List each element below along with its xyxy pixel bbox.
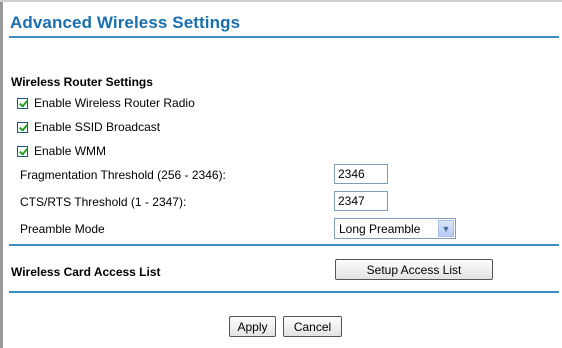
window-left-edge <box>0 0 3 348</box>
enable-ssid-label: Enable SSID Broadcast <box>34 120 161 134</box>
enable-wmm-row[interactable]: Enable WMM <box>17 144 106 158</box>
chevron-down-icon[interactable]: ▼ <box>438 220 454 237</box>
fragmentation-threshold-input[interactable]: 2346 <box>334 164 388 184</box>
bottom-divider <box>9 291 559 293</box>
preamble-mode-label: Preamble Mode <box>20 222 105 236</box>
window-top-edge <box>0 0 562 2</box>
enable-wmm-label: Enable WMM <box>34 144 107 158</box>
cancel-button[interactable]: Cancel <box>283 316 342 337</box>
enable-wmm-checkbox[interactable] <box>17 145 28 157</box>
fragmentation-threshold-label: Fragmentation Threshold (256 - 2346): <box>20 168 226 182</box>
cts-rts-threshold-input[interactable]: 2347 <box>334 191 388 211</box>
setup-access-list-button[interactable]: Setup Access List <box>335 259 493 280</box>
preamble-mode-select[interactable]: Long Preamble ▼ <box>334 218 456 239</box>
apply-button[interactable]: Apply <box>229 316 276 337</box>
title-divider <box>9 36 559 38</box>
preamble-mode-value: Long Preamble <box>339 221 421 236</box>
cts-rts-threshold-label: CTS/RTS Threshold (1 - 2347): <box>20 195 187 209</box>
section-divider <box>9 244 559 246</box>
access-list-label: Wireless Card Access List <box>11 265 161 279</box>
page-title: Advanced Wireless Settings <box>10 13 241 32</box>
router-settings-heading: Wireless Router Settings <box>11 75 153 89</box>
enable-ssid-row[interactable]: Enable SSID Broadcast <box>17 120 160 134</box>
enable-radio-checkbox[interactable] <box>17 97 28 109</box>
enable-ssid-checkbox[interactable] <box>17 121 28 133</box>
enable-radio-label: Enable Wireless Router Radio <box>34 96 195 110</box>
enable-radio-row[interactable]: Enable Wireless Router Radio <box>17 96 195 110</box>
